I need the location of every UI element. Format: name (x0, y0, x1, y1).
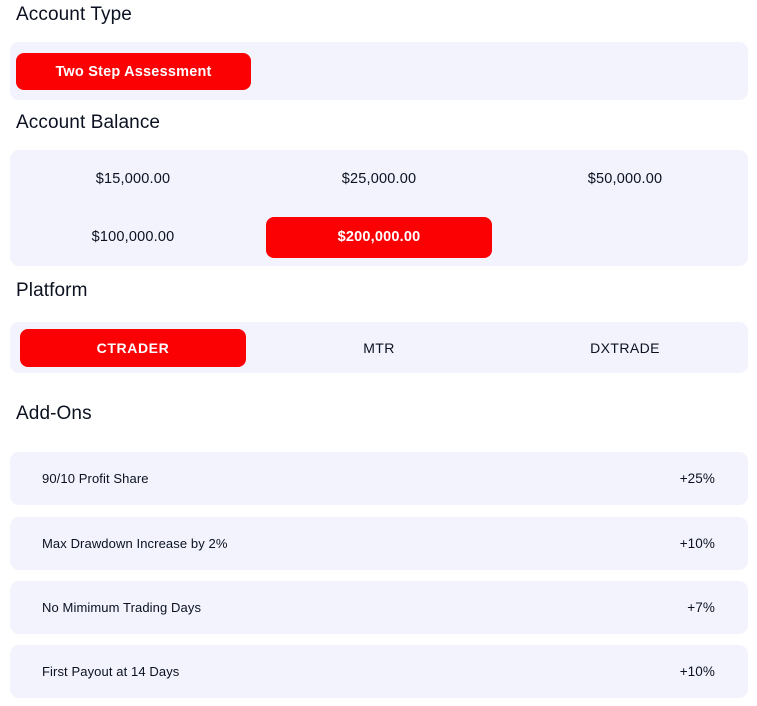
addon-label: 90/10 Profit Share (42, 471, 149, 486)
addon-label: First Payout at 14 Days (42, 664, 180, 679)
add-ons-heading: Add-Ons (16, 403, 92, 424)
platform-option-ctrader[interactable]: CTRADER (10, 322, 256, 373)
addon-value: +7% (687, 600, 715, 615)
platform-option-dxtrade[interactable]: DXTRADE (502, 322, 748, 373)
balance-option-label: $15,000.00 (95, 171, 171, 187)
addon-row-profit-share[interactable]: 90/10 Profit Share +25% (10, 452, 748, 505)
account-balance-options: $15,000.00 $25,000.00 $50,000.00 $100,00… (10, 150, 748, 266)
balance-option-label: $100,000.00 (91, 229, 175, 245)
account-type-heading: Account Type (16, 4, 132, 25)
balance-option-100000[interactable]: $100,000.00 (10, 208, 256, 266)
balance-option-label: $50,000.00 (587, 171, 663, 187)
balance-option-15000[interactable]: $15,000.00 (10, 150, 256, 208)
platform-option-mtr[interactable]: MTR (256, 322, 502, 373)
addon-label: Max Drawdown Increase by 2% (42, 536, 228, 551)
platform-options: CTRADER MTR DXTRADE (10, 322, 748, 373)
account-configurator-page: Account Type Two Step Assessment Account… (0, 0, 757, 706)
account-type-option-two-step-assessment[interactable]: Two Step Assessment (16, 53, 251, 90)
platform-heading: Platform (16, 280, 88, 301)
account-balance-heading: Account Balance (16, 112, 161, 133)
balance-option-empty (502, 208, 748, 266)
balance-option-label: $25,000.00 (341, 171, 417, 187)
addon-row-max-drawdown-increase[interactable]: Max Drawdown Increase by 2% +10% (10, 517, 748, 570)
addon-value: +10% (679, 664, 715, 679)
addon-row-no-minimum-trading-days[interactable]: No Mimimum Trading Days +7% (10, 581, 748, 634)
platform-option-label: CTRADER (20, 328, 246, 367)
addon-value: +25% (679, 471, 715, 486)
balance-option-50000[interactable]: $50,000.00 (502, 150, 748, 208)
addon-row-first-payout-14-days[interactable]: First Payout at 14 Days +10% (10, 645, 748, 698)
addon-value: +10% (679, 536, 715, 551)
balance-option-25000[interactable]: $25,000.00 (256, 150, 502, 208)
platform-option-label: MTR (363, 339, 395, 356)
balance-option-label: $200,000.00 (266, 216, 492, 258)
balance-option-200000[interactable]: $200,000.00 (256, 208, 502, 266)
platform-option-label: DXTRADE (590, 339, 660, 356)
addon-label: No Mimimum Trading Days (42, 600, 202, 615)
